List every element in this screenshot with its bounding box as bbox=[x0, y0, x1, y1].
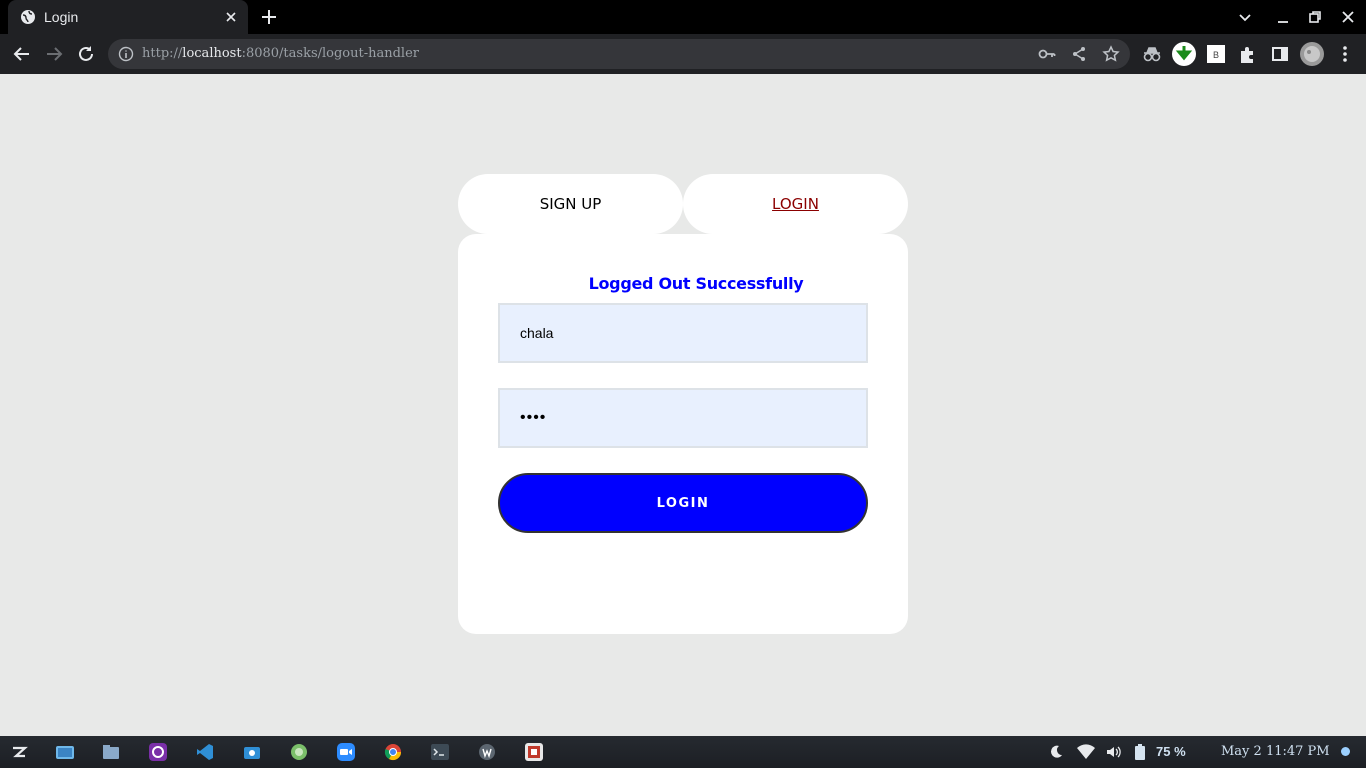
zorin-menu-icon[interactable] bbox=[10, 743, 28, 761]
github-desktop-icon[interactable] bbox=[149, 743, 167, 761]
new-tab-icon[interactable] bbox=[259, 7, 279, 27]
url-path: :8080/tasks/logout-handler bbox=[241, 46, 420, 61]
site-info-icon[interactable] bbox=[118, 46, 134, 62]
vscode-icon[interactable] bbox=[196, 743, 214, 761]
url-text: http://localhost:8080/tasks/logout-handl… bbox=[142, 46, 419, 61]
reload-icon[interactable] bbox=[75, 43, 97, 65]
side-panel-icon[interactable] bbox=[1269, 43, 1291, 65]
download-extension-icon[interactable] bbox=[1172, 42, 1196, 66]
battery-icon[interactable] bbox=[1134, 744, 1146, 760]
extensions-puzzle-icon[interactable] bbox=[1237, 43, 1259, 65]
incognito-extension-icon[interactable] bbox=[1141, 43, 1163, 65]
svg-text:B: B bbox=[1213, 50, 1219, 60]
clock[interactable]: May 2 11:47 PM bbox=[1221, 744, 1330, 759]
restore-icon[interactable] bbox=[1306, 8, 1324, 26]
zoom-icon[interactable] bbox=[337, 743, 355, 761]
b-extension-icon[interactable]: B bbox=[1206, 44, 1226, 64]
profile-avatar[interactable] bbox=[1300, 42, 1324, 66]
night-light-icon[interactable] bbox=[1048, 744, 1064, 760]
share-icon[interactable] bbox=[1070, 45, 1088, 63]
url-host: localhost bbox=[182, 46, 242, 61]
globe-icon bbox=[21, 10, 35, 24]
logout-success-message: Logged Out Successfully bbox=[588, 274, 804, 293]
browser-toolbar: http://localhost:8080/tasks/logout-handl… bbox=[0, 34, 1366, 74]
tab-sign-up[interactable]: SIGN UP bbox=[458, 174, 683, 234]
screenshot-icon[interactable] bbox=[243, 743, 261, 761]
login-card: Logged Out Successfully LOGIN bbox=[458, 234, 908, 634]
os-taskbar: 75 % May 2 11:47 PM bbox=[0, 736, 1366, 768]
forward-icon[interactable] bbox=[43, 43, 65, 65]
chrome-icon[interactable] bbox=[384, 743, 402, 761]
close-window-icon[interactable] bbox=[1339, 8, 1357, 26]
battery-percentage: 75 % bbox=[1156, 744, 1186, 759]
tab-login[interactable]: LOGIN bbox=[683, 174, 908, 234]
bookmark-star-icon[interactable] bbox=[1102, 45, 1120, 63]
page-content: SIGN UP LOGIN Logged Out Successfully LO… bbox=[0, 74, 1366, 736]
browser-menu-icon[interactable] bbox=[1334, 43, 1356, 65]
android-studio-icon[interactable] bbox=[290, 743, 308, 761]
terminal-icon[interactable] bbox=[431, 743, 449, 761]
url-scheme: http:// bbox=[142, 46, 183, 61]
browser-tabbar: Login bbox=[0, 0, 1366, 34]
tab-title: Login bbox=[44, 9, 79, 25]
login-button[interactable]: LOGIN bbox=[498, 473, 868, 533]
volume-icon[interactable] bbox=[1105, 744, 1121, 760]
password-field[interactable] bbox=[498, 388, 868, 448]
tab-search-icon[interactable] bbox=[1236, 8, 1254, 26]
workspaces-icon[interactable] bbox=[54, 743, 76, 761]
key-icon[interactable] bbox=[1038, 45, 1056, 63]
libreoffice-icon[interactable] bbox=[525, 743, 543, 761]
address-bar[interactable]: http://localhost:8080/tasks/logout-handl… bbox=[108, 39, 1130, 69]
back-icon[interactable] bbox=[11, 43, 33, 65]
close-tab-icon[interactable] bbox=[222, 8, 240, 26]
browser-tab[interactable]: Login bbox=[8, 0, 248, 34]
notification-indicator[interactable] bbox=[1341, 747, 1350, 756]
minimize-icon[interactable] bbox=[1274, 8, 1292, 26]
files-icon[interactable] bbox=[102, 743, 120, 761]
web-icon[interactable] bbox=[478, 743, 496, 761]
wifi-icon[interactable] bbox=[1077, 744, 1095, 760]
username-field[interactable] bbox=[498, 303, 868, 363]
